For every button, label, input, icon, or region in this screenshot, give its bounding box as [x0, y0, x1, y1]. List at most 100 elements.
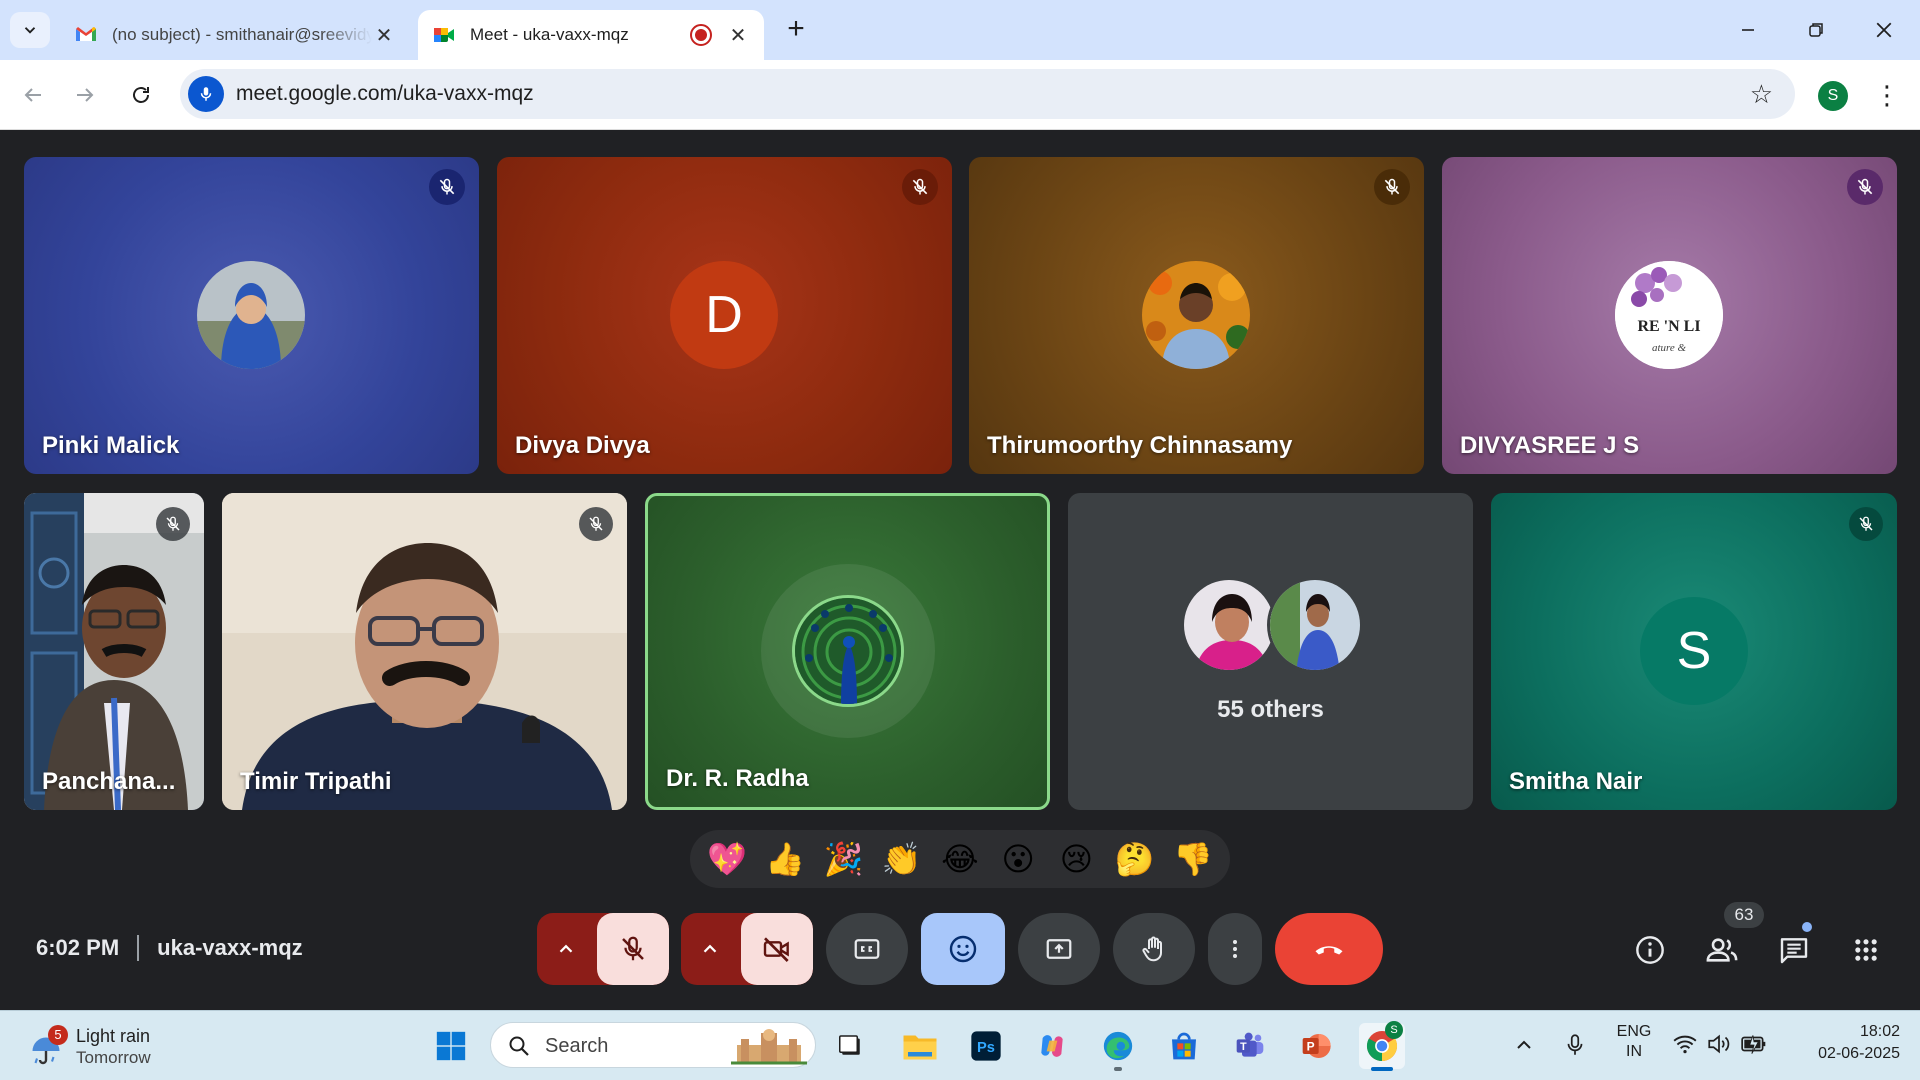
battery-charging-icon [1741, 1035, 1766, 1054]
chrome-profile-badge: S [1385, 1021, 1403, 1039]
reload-button[interactable] [122, 76, 160, 114]
people-button[interactable] [1702, 930, 1742, 970]
chevron-down-icon [24, 27, 36, 34]
participant-tile[interactable]: RE 'N LI ature & DIVYASREE J S [1442, 157, 1897, 474]
mic-off-icon [1849, 507, 1883, 541]
emoji-icon [949, 935, 977, 963]
reaction-sad[interactable]: 😢 [1052, 835, 1100, 883]
logo-subtext: ature & [1652, 342, 1687, 354]
microsoft-store-button[interactable] [1161, 1023, 1207, 1069]
participant-video-tile[interactable]: Timir Tripathi [222, 493, 627, 810]
activities-button[interactable] [1846, 930, 1886, 970]
chevron-up-icon [559, 944, 573, 953]
tab-gmail[interactable]: (no subject) - smithanair@sreevidyaniket… [60, 10, 410, 60]
mic-off-icon [1847, 169, 1883, 205]
site-mic-indicator[interactable] [188, 76, 224, 112]
participant-name: Dr. R. Radha [666, 765, 809, 792]
file-explorer-button[interactable] [897, 1023, 943, 1069]
edge-icon [1103, 1031, 1133, 1061]
powerpoint-button[interactable]: P [1293, 1023, 1339, 1069]
camera-toggle-button[interactable] [741, 913, 813, 985]
tab-title: Meet - uka-vaxx-mqz [470, 25, 629, 44]
back-button[interactable] [14, 76, 52, 114]
reaction-thinking[interactable]: 🤔 [1111, 835, 1159, 883]
participant-initial-avatar: S [1640, 597, 1748, 705]
clock[interactable]: 18:02 02-06-2025 [1790, 1023, 1900, 1063]
reaction-thumbs-down[interactable]: 👎 [1169, 835, 1217, 883]
mic-options-button[interactable] [537, 913, 595, 985]
bookmark-star-icon[interactable]: ☆ [1750, 79, 1773, 110]
participant-tile[interactable]: S Smitha Nair [1491, 493, 1897, 810]
participant-tile[interactable]: Thirumoorthy Chinnasamy [969, 157, 1424, 474]
reaction-surprised[interactable]: 😮 [994, 835, 1042, 883]
start-button[interactable] [428, 1023, 474, 1069]
participant-tile[interactable]: D Divya Divya [497, 157, 952, 474]
close-window-button[interactable] [1854, 10, 1914, 50]
logo-text: RE 'N LI [1637, 318, 1700, 335]
reaction-party[interactable]: 🎉 [820, 835, 868, 883]
chrome-button[interactable]: S [1359, 1021, 1405, 1071]
browser-menu-button[interactable]: ⋮ [1874, 80, 1900, 112]
others-count-label: 55 others [1217, 696, 1324, 723]
reaction-clap[interactable]: 👏 [878, 835, 926, 883]
new-tab-button[interactable]: + [780, 14, 812, 46]
mic-off-icon [1374, 169, 1410, 205]
leave-call-button[interactable] [1275, 913, 1383, 985]
forward-button[interactable] [66, 76, 104, 114]
captions-icon [854, 939, 880, 959]
mic-off-icon [579, 507, 613, 541]
mic-toggle-button[interactable] [597, 913, 669, 985]
participant-name: DIVYASREE J S [1460, 432, 1640, 459]
clock-date: 02-06-2025 [1818, 1045, 1900, 1062]
minimize-button[interactable] [1718, 10, 1778, 50]
folder-icon [903, 1035, 937, 1060]
participant-name: Divya Divya [515, 432, 650, 459]
search-icon [509, 1036, 529, 1056]
edge-button[interactable] [1095, 1023, 1141, 1071]
restore-button[interactable] [1786, 10, 1846, 50]
raise-hand-button[interactable] [1113, 913, 1195, 985]
show-hidden-icons-button[interactable] [1512, 1033, 1536, 1062]
task-view-button[interactable] [828, 1023, 874, 1069]
others-tile[interactable]: 55 others [1068, 493, 1473, 810]
participant-video-tile[interactable]: Panchana... [24, 493, 204, 810]
teams-button[interactable]: T [1227, 1023, 1273, 1069]
tab-meet[interactable]: Meet - uka-vaxx-mqz ✕ [418, 10, 764, 60]
profile-avatar[interactable]: S [1818, 81, 1848, 111]
address-bar[interactable]: meet.google.com/uka-vaxx-mqz ☆ [180, 69, 1795, 119]
active-speaker-tile[interactable]: Dr. R. Radha [645, 493, 1050, 810]
tab-close-button[interactable]: ✕ [726, 23, 750, 48]
meeting-code: uka-vaxx-mqz [157, 935, 303, 960]
captions-button[interactable] [826, 913, 908, 985]
weather-widget[interactable]: 5 Light rain Tomorrow [28, 1021, 198, 1071]
tab-search-button[interactable] [10, 12, 50, 48]
windows-icon [436, 1031, 466, 1061]
chat-button[interactable] [1774, 922, 1814, 970]
photoshop-button[interactable]: Ps [963, 1023, 1009, 1069]
system-tray-status[interactable] [1672, 1031, 1768, 1057]
participant-tile[interactable]: Pinki Malick [24, 157, 479, 474]
participant-name: Timir Tripathi [240, 768, 392, 795]
taskbar-search[interactable]: Search [490, 1022, 816, 1068]
copilot-button[interactable] [1029, 1023, 1075, 1069]
mic-off-icon [622, 936, 644, 961]
mic-control-group [537, 913, 669, 985]
taskbar: 5 Light rain Tomorrow Search Ps T P S EN… [0, 1010, 1920, 1080]
reaction-laugh[interactable]: 😂 [936, 835, 984, 883]
tab-close-button[interactable]: ✕ [372, 23, 396, 48]
reaction-heart[interactable]: 💖 [703, 835, 751, 883]
browser-toolbar: meet.google.com/uka-vaxx-mqz ☆ S ⋮ [0, 60, 1920, 130]
more-options-button[interactable] [1208, 913, 1262, 985]
participant-photo [197, 261, 305, 369]
reactions-button[interactable] [921, 913, 1005, 985]
clock-time: 18:02 [1859, 1023, 1900, 1040]
camera-options-button[interactable] [681, 913, 739, 985]
participant-initial-avatar: D [670, 261, 778, 369]
language-indicator[interactable]: ENG IN [1610, 1023, 1658, 1061]
reaction-thumbs-up[interactable]: 👍 [761, 835, 809, 883]
participant-name: Smitha Nair [1509, 768, 1643, 795]
present-screen-button[interactable] [1018, 913, 1100, 985]
microphone-tray-button[interactable] [1562, 1031, 1588, 1064]
svg-text:P: P [1307, 1040, 1315, 1054]
meeting-details-button[interactable] [1630, 930, 1670, 970]
